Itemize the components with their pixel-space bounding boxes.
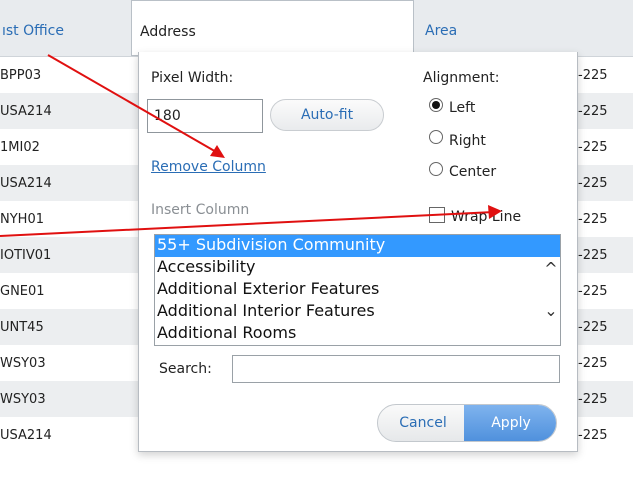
cell-post-office: WSY03 bbox=[0, 392, 46, 407]
list-item[interactable]: Additional Interior Features bbox=[155, 301, 560, 323]
align-right-label[interactable]: Right bbox=[449, 133, 486, 149]
dialog-actions: Cancel Apply bbox=[377, 404, 557, 442]
cell-post-office: USA214 bbox=[0, 428, 52, 443]
column-header-address[interactable]: Address bbox=[131, 0, 414, 56]
column-settings-dialog: Pixel Width: 180 Auto-fit Remove Column … bbox=[138, 52, 578, 452]
align-center-radio[interactable] bbox=[429, 162, 443, 176]
cell-area: -225 bbox=[578, 104, 608, 119]
cell-area: -225 bbox=[578, 212, 608, 227]
cell-post-office: GNE01 bbox=[0, 284, 45, 299]
cell-post-office: 1MI02 bbox=[0, 140, 40, 155]
cell-post-office: USA214 bbox=[0, 104, 52, 119]
cancel-button[interactable]: Cancel bbox=[378, 405, 468, 441]
cell-area: -225 bbox=[578, 140, 608, 155]
align-right-radio[interactable] bbox=[429, 130, 443, 144]
cell-area: -225 bbox=[578, 176, 608, 191]
cell-area: -225 bbox=[578, 392, 608, 407]
autofit-button[interactable]: Auto-fit bbox=[270, 99, 384, 131]
column-header-area[interactable]: Area bbox=[425, 0, 633, 56]
list-item[interactable]: Additional Rooms bbox=[155, 323, 560, 345]
wrap-line-checkbox[interactable] bbox=[429, 207, 445, 223]
cell-area: -225 bbox=[578, 248, 608, 263]
cell-area: -225 bbox=[578, 320, 608, 335]
align-center-label[interactable]: Center bbox=[449, 164, 496, 180]
search-input[interactable] bbox=[232, 355, 560, 383]
list-item[interactable]: 55+ Subdivision Community bbox=[155, 235, 560, 257]
pixel-width-label: Pixel Width: bbox=[151, 70, 234, 86]
cell-area: -225 bbox=[578, 284, 608, 299]
apply-button[interactable]: Apply bbox=[464, 405, 556, 441]
cell-post-office: USA214 bbox=[0, 176, 52, 191]
scroll-up-icon[interactable]: ^ bbox=[540, 259, 560, 279]
cell-post-office: NYH01 bbox=[0, 212, 44, 227]
list-item[interactable]: Accessibility bbox=[155, 257, 560, 279]
insert-column-label: Insert Column bbox=[151, 202, 250, 218]
alignment-label: Alignment: bbox=[423, 70, 500, 86]
cell-post-office: WSY03 bbox=[0, 356, 46, 371]
align-left-radio[interactable] bbox=[429, 98, 443, 112]
remove-column-link[interactable]: Remove Column bbox=[151, 159, 266, 175]
cell-post-office: UNT45 bbox=[0, 320, 44, 335]
search-label: Search: bbox=[159, 361, 212, 377]
pixel-width-input[interactable]: 180 bbox=[147, 99, 263, 133]
column-header-post-office[interactable]: ıst Office bbox=[0, 0, 131, 56]
insert-column-listbox[interactable]: 55+ Subdivision Community Accessibility … bbox=[154, 234, 561, 346]
cell-post-office: IOTIV01 bbox=[0, 248, 52, 263]
scroll-down-icon[interactable]: ⌄ bbox=[540, 301, 560, 321]
cell-area: -225 bbox=[578, 356, 608, 371]
cell-area: -225 bbox=[578, 68, 608, 83]
align-left-label[interactable]: Left bbox=[449, 100, 475, 116]
wrap-line-label[interactable]: Wrap Line bbox=[451, 209, 521, 225]
cell-area: -225 bbox=[578, 428, 608, 443]
list-item[interactable]: Additional Exterior Features bbox=[155, 279, 560, 301]
cell-post-office: BPP03 bbox=[0, 68, 42, 83]
